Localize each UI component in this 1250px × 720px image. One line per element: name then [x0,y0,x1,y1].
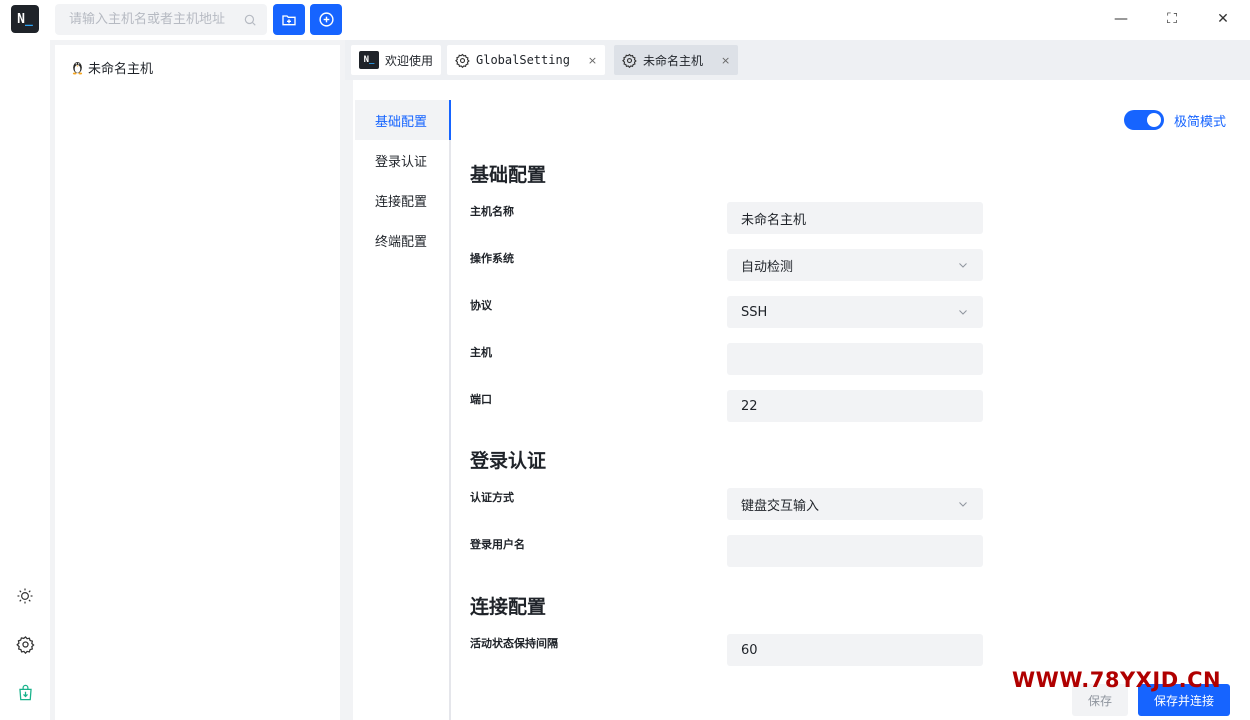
content-gutter [345,80,353,720]
save-label: 保存 [1087,693,1112,708]
gear-icon [455,53,470,68]
tree-item-label: 未命名主机 [88,61,154,77]
subnav-label: 连接配置 [375,194,428,210]
label-auth-method: 认证方式 [470,491,514,504]
chevron-down-icon [959,502,967,507]
port-field[interactable]: 22 [727,390,983,422]
bag-download-icon [18,684,32,700]
tab-label: GlobalSetting [476,53,570,67]
host-tree-panel [50,40,345,720]
label-keepalive: 活动状态保持间隔 [470,637,558,650]
label-os: 操作系统 [470,252,514,265]
simple-mode-switch[interactable]: 极简模式 [1124,110,1226,130]
label-protocol: 协议 [470,299,492,312]
save-connect-label: 保存并连接 [1153,693,1214,708]
app-logo-letter: N [17,11,25,27]
settings-button[interactable] [13,632,37,656]
tab-global-setting[interactable]: GlobalSetting × [447,45,606,75]
tab-label: 未命名主机 [643,53,704,68]
host-address-field[interactable] [727,343,983,375]
theme-toggle-button[interactable] [13,584,37,608]
subnav-divider [449,100,451,720]
app-logo-cursor: _ [25,11,33,27]
protocol-value: SSH [741,304,768,320]
app-logo-icon: N _ [359,51,379,69]
section-title-basic: 基础配置 [470,164,547,186]
new-folder-button[interactable] [273,4,305,35]
label-host: 主机 [470,346,492,359]
maximize-icon: ⛶ [1167,11,1177,27]
subnav-terminal[interactable]: 终端配置 [355,220,449,260]
label-host-name: 主机名称 [470,205,514,218]
host-name-value: 未命名主机 [741,212,807,228]
label-port: 端口 [470,393,492,406]
host-search-box[interactable] [55,4,267,35]
label-username: 登录用户名 [470,538,525,551]
tree-item-host[interactable]: 未命名主机 [70,57,153,77]
sun-icon [17,588,33,604]
section-title-auth: 登录认证 [470,450,547,472]
search-input[interactable] [69,12,243,27]
tab-close-icon[interactable]: × [588,54,597,67]
toggle-knob [1147,113,1161,127]
search-icon [244,14,256,26]
username-field[interactable] [727,535,983,567]
minimize-button[interactable]: — [1110,8,1132,30]
plus-circle-icon [318,12,334,27]
keepalive-value: 60 [741,642,758,658]
close-window-button[interactable]: ✕ [1212,8,1234,30]
chevron-down-icon [959,310,967,315]
keepalive-field[interactable]: 60 [727,634,983,666]
gear-icon [15,635,35,654]
linux-penguin-icon [72,62,83,75]
toggle-switch[interactable] [1124,110,1164,130]
add-host-button[interactable] [310,4,342,35]
protocol-select[interactable]: SSH [727,296,983,328]
close-icon: ✕ [1217,11,1229,27]
tab-label: 欢迎使用 [385,53,434,68]
subnav-connection[interactable]: 连接配置 [355,180,449,220]
chevron-down-icon [959,263,967,268]
port-value: 22 [741,398,758,414]
app-logo: N _ [11,5,39,33]
download-bag-button[interactable] [13,680,37,704]
left-rail [0,0,50,720]
subnav-label: 基础配置 [375,114,428,130]
subnav-active-indicator [449,100,451,140]
os-select[interactable]: 自动检测 [727,249,983,281]
minimize-icon: — [1114,11,1128,27]
mini-logo-cursor: _ [369,55,375,65]
maximize-button[interactable]: ⛶ [1161,8,1183,30]
subnav-basic[interactable]: 基础配置 [355,100,449,140]
simple-mode-label: 极简模式 [1174,114,1227,130]
auth-method-value: 键盘交互输入 [741,498,820,514]
host-name-field[interactable]: 未命名主机 [727,202,983,234]
host-tree-list [55,45,340,720]
section-title-connection: 连接配置 [470,596,547,618]
subnav-auth[interactable]: 登录认证 [355,140,449,180]
subnav-label: 终端配置 [375,234,428,250]
watermark: WWW.78YXJD.CN [1012,668,1222,692]
os-value: 自动检测 [741,259,794,275]
subnav-label: 登录认证 [375,154,428,170]
folder-plus-icon [282,14,296,25]
tab-close-icon[interactable]: × [721,54,730,67]
auth-method-select[interactable]: 键盘交互输入 [727,488,983,520]
tab-host-settings[interactable]: 未命名主机 × [614,45,739,75]
gear-icon [622,53,637,68]
tab-welcome[interactable]: N _ 欢迎使用 [351,45,442,75]
